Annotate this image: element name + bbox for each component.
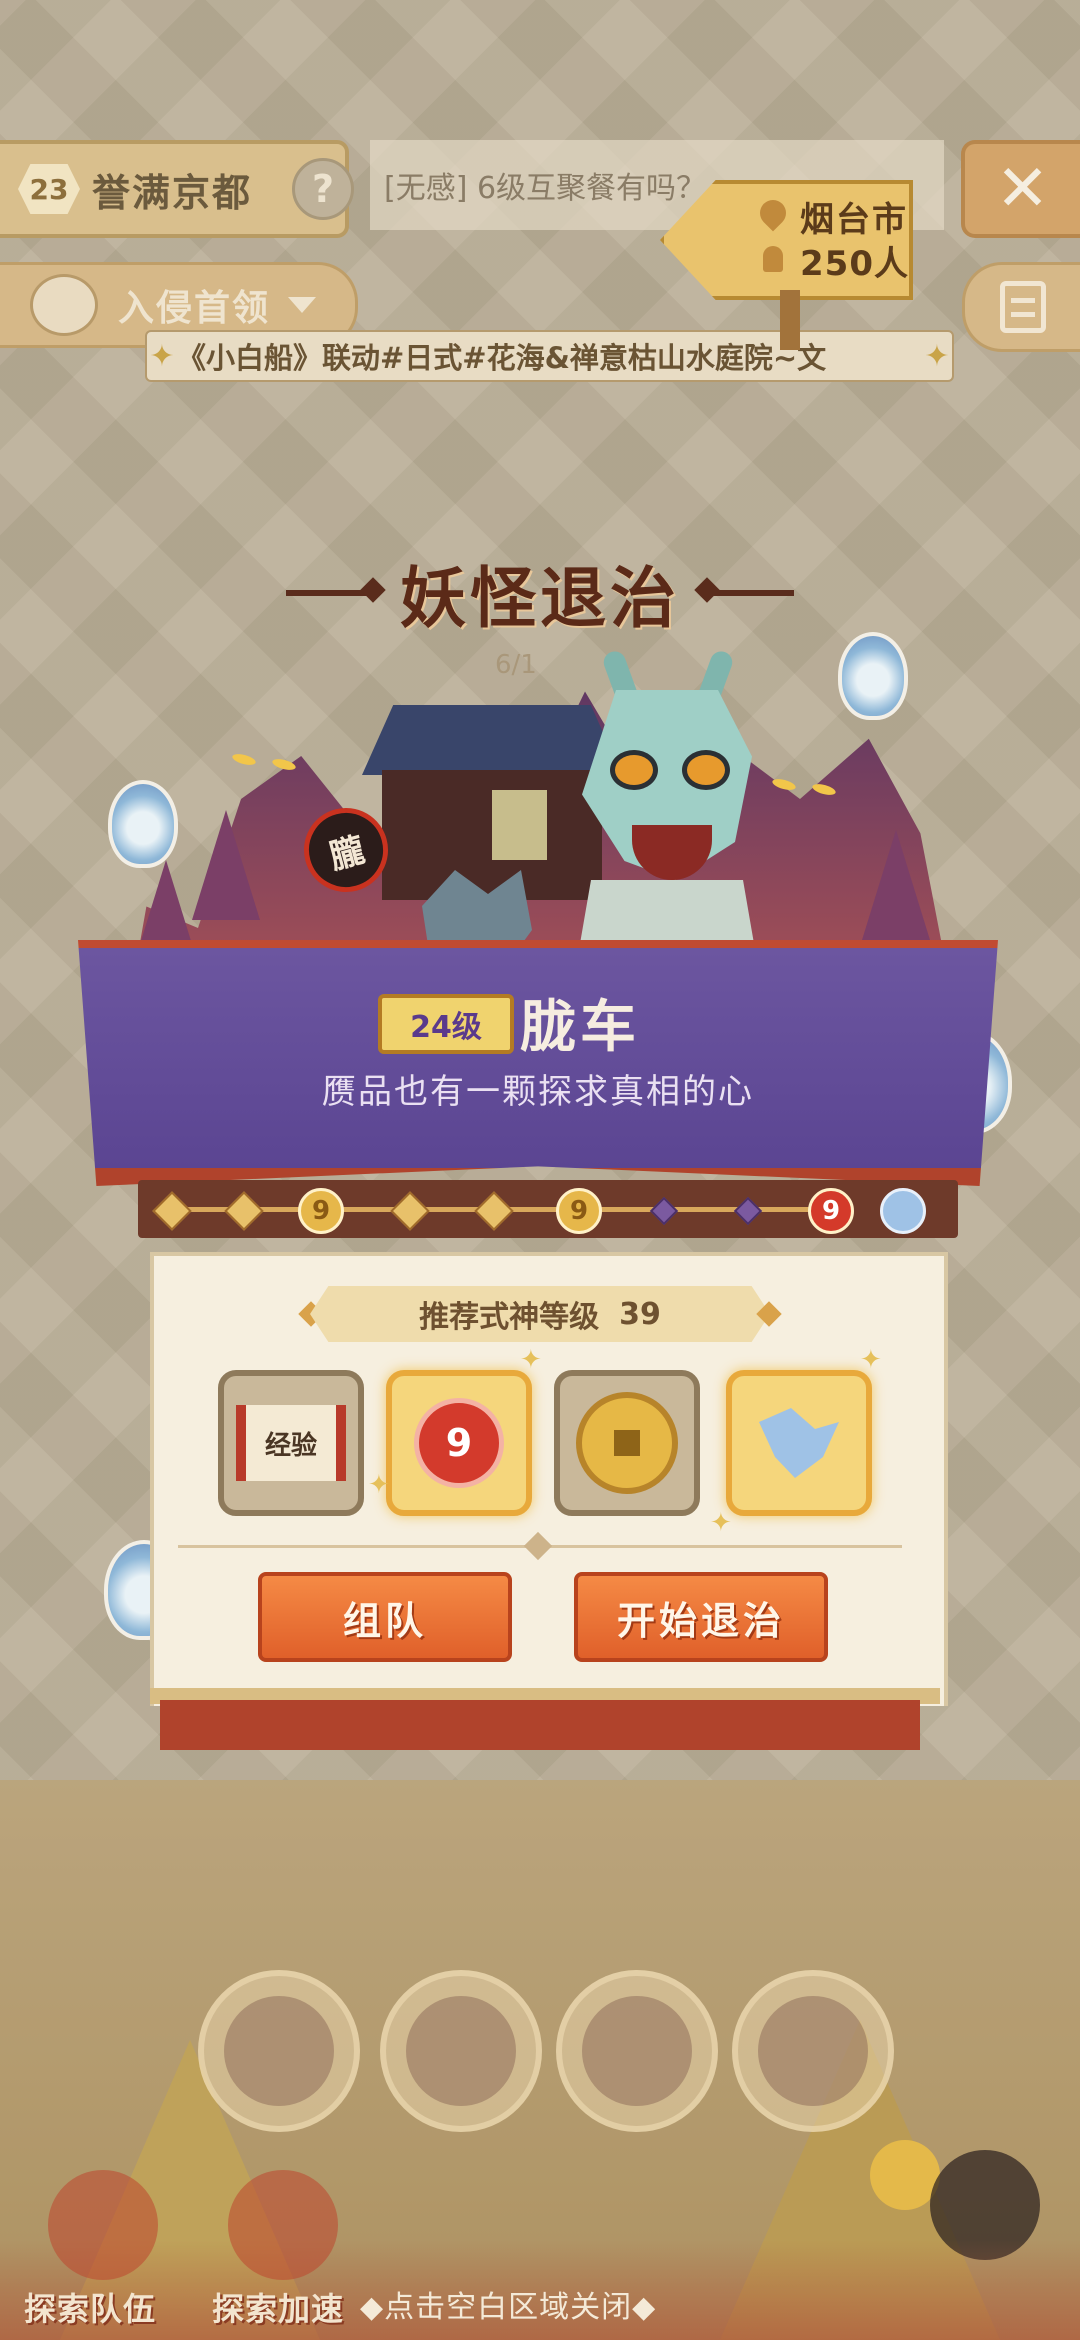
- progress-node: [390, 1191, 430, 1231]
- tree: [192, 810, 260, 920]
- event-title: 妖怪退治: [400, 560, 680, 637]
- close-button[interactable]: ✕: [961, 140, 1080, 238]
- top-bar: 23 誉满京都 ? [无感] 6级互聚餐有吗？ ✕: [0, 140, 1080, 240]
- sign-post: [780, 290, 800, 350]
- shrine-door: [492, 790, 547, 860]
- explore-team-icon[interactable]: [48, 2170, 158, 2280]
- team-slot[interactable]: [380, 1970, 542, 2132]
- boss-name: 胧车: [520, 995, 640, 1060]
- person-icon: [763, 246, 783, 272]
- sparkle-icon: ✦: [368, 1470, 390, 1500]
- menu-button[interactable]: [962, 262, 1080, 352]
- progress-node: [474, 1191, 514, 1231]
- sparkle-icon: ✦: [860, 1345, 882, 1375]
- event-title-row: 妖怪退治: [280, 548, 800, 638]
- progress-node: [152, 1191, 192, 1231]
- help-icon[interactable]: ?: [292, 158, 354, 220]
- close-hint: ◆点击空白区域关闭◆: [360, 2290, 657, 2325]
- magatama-reward-icon[interactable]: 9: [556, 1188, 602, 1234]
- title-ornament: [704, 590, 794, 596]
- sparkle-icon: ✦: [710, 1508, 732, 1538]
- star-icon: ✦: [924, 338, 950, 374]
- team-slot[interactable]: [198, 1970, 360, 2132]
- boss-mouth: [632, 825, 712, 880]
- start-battle-button[interactable]: 开始退治: [574, 1572, 828, 1662]
- explore-team-label[interactable]: 探索队伍: [24, 2284, 156, 2330]
- team-button[interactable]: 组队: [258, 1572, 512, 1662]
- reward-slot-paper-bird[interactable]: [726, 1370, 872, 1516]
- boss-figure: [552, 648, 782, 990]
- announcement-marquee: ✦ 《小白船》联动#日式#花海&禅意枯山水庭院~文 ✦: [145, 330, 954, 382]
- recommended-level-value: 39: [619, 1296, 661, 1332]
- boss-dropdown-label: 入侵首领: [118, 288, 271, 329]
- star-icon: ✦: [149, 338, 175, 374]
- explore-boost-icon[interactable]: [228, 2170, 338, 2280]
- exp-scroll-icon: 经验: [236, 1405, 346, 1481]
- progress-track: 9 9 9: [138, 1180, 958, 1238]
- progress-node-locked: [649, 1196, 679, 1226]
- explore-boost-label[interactable]: 探索加速: [212, 2284, 344, 2330]
- team-slot[interactable]: [732, 1970, 894, 2132]
- paper-bird-reward-icon[interactable]: [880, 1188, 926, 1234]
- boss-motto: 赝品也有一颗探求真相的心: [322, 1072, 754, 1112]
- card-footer: [160, 1700, 920, 1750]
- spirit-flame-icon: [838, 632, 908, 720]
- list-icon: [999, 281, 1046, 333]
- progress-node-locked: [733, 1196, 763, 1226]
- sparkle-icon: ✦: [520, 1345, 542, 1375]
- shikigami-portrait: [224, 1996, 334, 2106]
- boss-banner: [78, 940, 998, 1186]
- glowing-eye: [231, 752, 257, 767]
- shikigami-portrait: [406, 1996, 516, 2106]
- boss-eye: [610, 750, 658, 790]
- boss-level-badge: 24级: [378, 994, 514, 1054]
- magatama-reward-icon[interactable]: 9: [298, 1188, 344, 1234]
- reward-slot-magatama[interactable]: 9: [386, 1370, 532, 1516]
- team-slot[interactable]: [556, 1970, 718, 2132]
- coin-icon: [576, 1392, 678, 1494]
- server-name: 誉满京都: [92, 170, 253, 215]
- progress-node: [224, 1191, 264, 1231]
- spirit-flame-icon: [108, 780, 178, 868]
- paper-bird-icon: [759, 1408, 839, 1478]
- player-level-badge: 23: [18, 164, 80, 214]
- boss-head-icon: [30, 274, 98, 336]
- chevron-down-icon: [288, 297, 317, 313]
- boss-eye: [682, 750, 730, 790]
- magatama-reward-icon[interactable]: 9: [808, 1188, 854, 1234]
- tree: [862, 830, 930, 940]
- location-name: 烟台市: [800, 200, 908, 240]
- recommended-level: 推荐式神等级 39: [310, 1286, 770, 1342]
- reward-slot-exp[interactable]: 经验: [218, 1370, 364, 1516]
- reward-slot-coin[interactable]: [554, 1370, 700, 1516]
- shikigami-portrait: [582, 1996, 692, 2106]
- recommended-level-label: 推荐式神等级: [419, 1300, 600, 1335]
- marquee-text: 《小白船》联动#日式#花海&禅意枯山水庭院~文: [177, 341, 827, 375]
- shikigami-portrait: [758, 1996, 868, 2106]
- location-count: 250人: [800, 244, 909, 284]
- magatama-icon: 9: [414, 1398, 504, 1488]
- title-ornament: [286, 590, 376, 596]
